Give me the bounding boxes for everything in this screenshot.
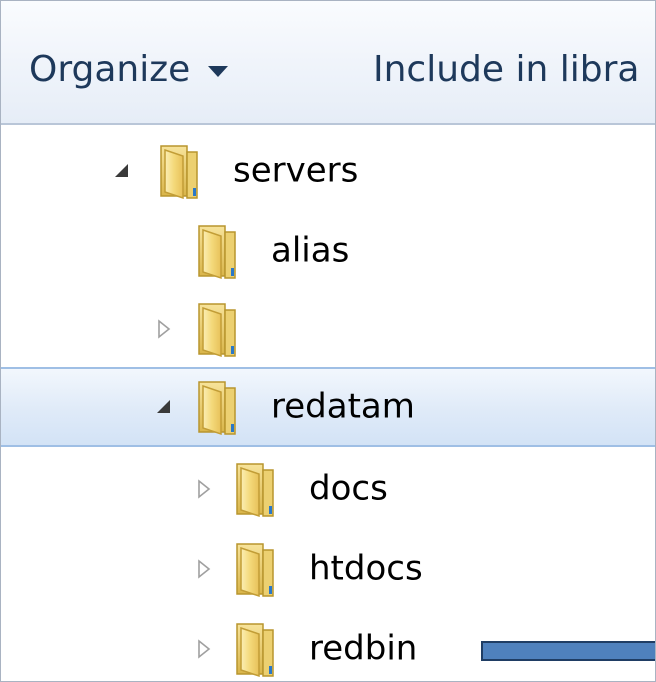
folder-icon <box>195 222 239 280</box>
expanded-arrow-icon[interactable] <box>153 396 175 418</box>
collapsed-arrow-icon[interactable] <box>193 638 215 660</box>
tree-item-htdocs[interactable]: htdocs <box>1 529 655 609</box>
tree-item-servers[interactable]: servers <box>1 131 655 211</box>
collapsed-arrow-icon[interactable] <box>193 558 215 580</box>
organize-button[interactable]: Organize <box>29 41 229 97</box>
navigation-tree: servers alias redatam docs htdocs redbin <box>1 125 655 681</box>
explorer-window: Organize Include in libra servers alias <box>0 0 656 682</box>
tree-item-label: docs <box>309 468 388 509</box>
highlight-bar <box>481 641 655 661</box>
tree-item-redatam[interactable]: redatam <box>1 367 655 447</box>
tree-item-alias[interactable]: alias <box>1 211 655 291</box>
organize-label: Organize <box>29 48 191 90</box>
folder-icon <box>233 460 277 518</box>
redaction-box <box>267 299 499 359</box>
include-in-library-button[interactable]: Include in libra <box>373 41 639 97</box>
expanded-arrow-icon[interactable] <box>111 160 133 182</box>
include-in-library-label: Include in libra <box>373 48 640 90</box>
tree-item-docs[interactable]: docs <box>1 449 655 529</box>
tree-item-redacted[interactable] <box>1 289 655 369</box>
tree-item-label: htdocs <box>309 548 423 589</box>
collapsed-arrow-icon[interactable] <box>193 478 215 500</box>
command-bar: Organize Include in libra <box>1 1 655 125</box>
folder-icon <box>157 142 201 200</box>
tree-item-label: redatam <box>271 386 415 427</box>
tree-item-redbin[interactable]: redbin <box>1 609 655 682</box>
folder-icon <box>195 378 239 436</box>
tree-item-label: alias <box>271 230 350 271</box>
tree-item-label: redbin <box>309 628 418 669</box>
folder-icon <box>233 620 277 678</box>
chevron-down-icon <box>208 65 229 77</box>
folder-icon <box>195 300 239 358</box>
tree-item-label: servers <box>233 150 359 191</box>
folder-icon <box>233 540 277 598</box>
collapsed-arrow-icon[interactable] <box>153 318 175 340</box>
